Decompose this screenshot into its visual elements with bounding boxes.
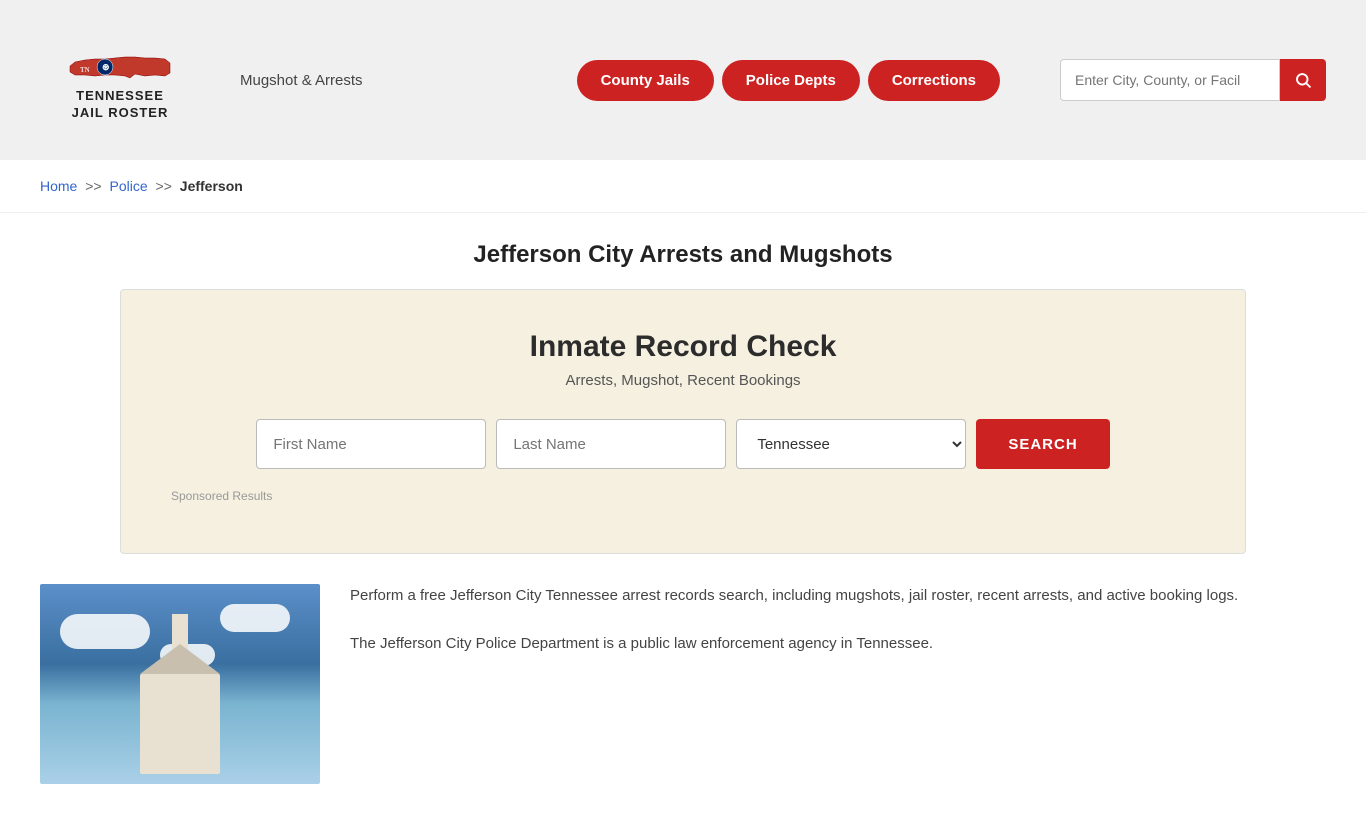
content-text-area: Perform a free Jefferson City Tennessee … <box>350 584 1326 656</box>
cloud-2 <box>220 604 290 632</box>
breadcrumb: Home >> Police >> Jefferson <box>0 160 1366 213</box>
svg-text:TN: TN <box>80 66 90 74</box>
cloud-1 <box>60 614 150 649</box>
page-title: Jefferson City Arrests and Mugshots <box>40 241 1326 269</box>
inmate-record-check-box: Inmate Record Check Arrests, Mugshot, Re… <box>120 289 1246 554</box>
corrections-button[interactable]: Corrections <box>868 60 1000 101</box>
site-logo: ⊛ TN TENNESSEE JAIL ROSTER <box>40 38 200 122</box>
breadcrumb-home-link[interactable]: Home <box>40 178 77 194</box>
breadcrumb-sep1: >> <box>85 178 101 194</box>
first-name-input[interactable] <box>256 419 486 469</box>
state-select[interactable]: AlabamaAlaskaArizonaArkansasCaliforniaCo… <box>736 419 966 469</box>
breadcrumb-police-link[interactable]: Police <box>110 178 148 194</box>
inmate-search-form: AlabamaAlaskaArizonaArkansasCaliforniaCo… <box>171 419 1195 469</box>
header-search-button[interactable] <box>1280 59 1326 101</box>
sponsored-label: Sponsored Results <box>171 489 1195 503</box>
svg-text:⊛: ⊛ <box>102 62 110 72</box>
inmate-check-subtitle: Arrests, Mugshot, Recent Bookings <box>171 372 1195 389</box>
building-body <box>140 674 220 774</box>
content-paragraph-2: The Jefferson City Police Department is … <box>350 632 1326 656</box>
breadcrumb-current: Jefferson <box>180 178 243 194</box>
county-jails-button[interactable]: County Jails <box>577 60 714 101</box>
header-search-input[interactable] <box>1060 59 1280 101</box>
nav-buttons-group: County Jails Police Depts Corrections <box>577 60 1000 101</box>
city-image <box>40 584 320 784</box>
search-icon <box>1294 71 1312 89</box>
inmate-search-button[interactable]: SEARCH <box>976 419 1109 469</box>
site-header: ⊛ TN TENNESSEE JAIL ROSTER Mugshot & Arr… <box>0 0 1366 160</box>
logo-icon: ⊛ TN <box>65 38 175 88</box>
content-paragraph-1: Perform a free Jefferson City Tennessee … <box>350 584 1326 608</box>
content-section: Perform a free Jefferson City Tennessee … <box>40 584 1326 784</box>
last-name-input[interactable] <box>496 419 726 469</box>
inmate-check-title: Inmate Record Check <box>171 330 1195 364</box>
logo-text: TENNESSEE JAIL ROSTER <box>72 88 169 122</box>
header-search-area <box>1060 59 1326 101</box>
mugshot-arrests-link[interactable]: Mugshot & Arrests <box>240 72 363 89</box>
police-depts-button[interactable]: Police Depts <box>722 60 860 101</box>
breadcrumb-sep2: >> <box>156 178 172 194</box>
